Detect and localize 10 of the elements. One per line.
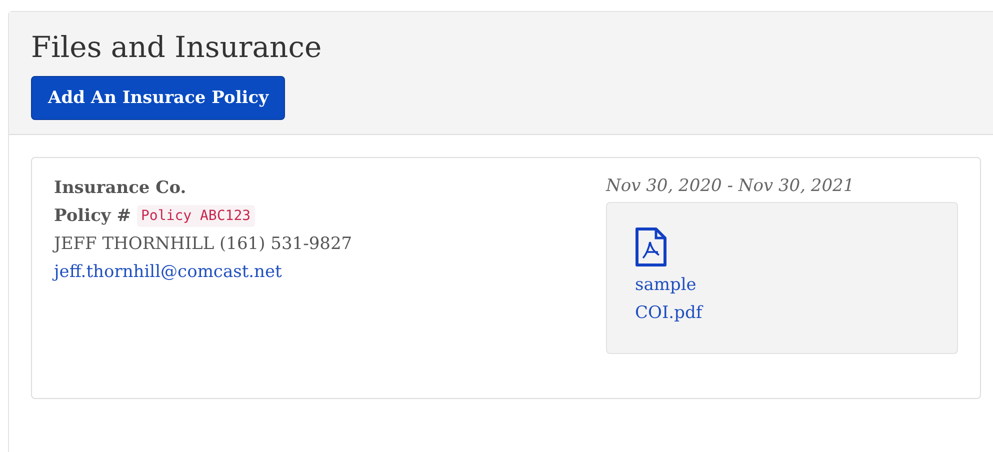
company-name: Insurance Co. (54, 177, 188, 200)
contact-text: JEFF THORNHILL (161) 531-9827 (54, 233, 352, 256)
file-link[interactable]: sample COI.pdf (635, 271, 725, 327)
policy-label: Policy # (54, 205, 131, 228)
email-link[interactable]: jeff.thornhill@comcast.net (54, 258, 352, 286)
policy-number: Policy ABC123 (136, 205, 255, 227)
date-range: Nov 30, 2020 - Nov 30, 2021 (606, 175, 856, 198)
page-title: Files and Insurance (31, 29, 322, 66)
add-policy-button[interactable]: Add An Insurace Policy (31, 76, 286, 120)
pdf-file-icon[interactable] (635, 227, 667, 267)
